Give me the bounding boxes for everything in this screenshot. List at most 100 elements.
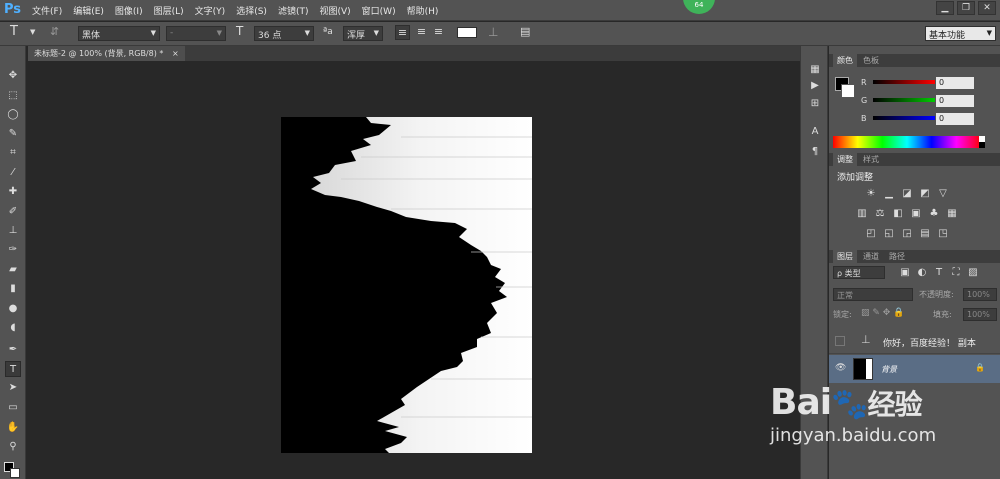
gradient-tool-icon[interactable]: ▮ — [5, 281, 21, 297]
hand-tool-icon[interactable]: ✋ — [5, 420, 21, 436]
brightness-icon[interactable]: ☀ — [865, 188, 877, 200]
channel-b-value[interactable]: 0 — [936, 113, 974, 125]
opacity-field[interactable]: 100% — [963, 288, 997, 301]
layer-visibility-box[interactable] — [835, 336, 845, 346]
minimize-button[interactable]: ▁ — [936, 1, 954, 15]
gradient-map-icon[interactable]: ▤ — [919, 228, 931, 240]
paragraph-icon[interactable]: ¶ — [808, 146, 822, 160]
notification-badge[interactable]: 64 — [683, 0, 715, 14]
hue-saturation-icon[interactable]: ▥ — [856, 208, 868, 220]
marquee-tool-icon[interactable]: ⬚ — [5, 88, 21, 104]
black-white-icon[interactable]: ◧ — [892, 208, 904, 220]
eyedropper-tool-icon[interactable]: ⁄ — [5, 165, 21, 181]
lasso-tool-icon[interactable]: ◯ — [5, 107, 21, 123]
type-tool-preset-icon[interactable]: T — [10, 24, 18, 39]
quick-select-tool-icon[interactable]: ✎ — [5, 126, 21, 142]
filter-type-icon[interactable]: T — [933, 267, 945, 279]
actions-icon[interactable]: ▶ — [808, 80, 822, 94]
curves-icon[interactable]: ◪ — [901, 188, 913, 200]
layer-row-selected[interactable]: 👁 背景 🔒 — [829, 355, 1000, 383]
move-tool-icon[interactable]: ✥ — [5, 68, 21, 84]
background-swatch[interactable] — [841, 84, 855, 98]
selective-color-icon[interactable]: ◳ — [937, 228, 949, 240]
brush-tool-icon[interactable]: ✐ — [5, 204, 21, 220]
filter-pixel-icon[interactable]: ▣ — [899, 267, 911, 279]
history-icon[interactable]: ▦ — [808, 64, 822, 78]
warp-text-icon[interactable]: ⊥ — [488, 25, 498, 40]
channel-b-slider[interactable] — [873, 116, 935, 120]
font-size-select[interactable]: 36 点 ▼ — [254, 26, 314, 41]
document-tab[interactable]: 未标题-2 @ 100% (背景, RGB/8) * × — [28, 46, 185, 61]
channel-r-slider[interactable] — [873, 80, 935, 84]
shape-tool-icon[interactable]: ▭ — [5, 400, 21, 416]
channel-mixer-icon[interactable]: ♣ — [928, 208, 940, 220]
zoom-tool-icon[interactable]: ⚲ — [5, 439, 21, 455]
posterize-icon[interactable]: ◱ — [883, 228, 895, 240]
vibrance-icon[interactable]: ▽ — [937, 188, 949, 200]
blur-tool-icon[interactable]: ● — [5, 301, 21, 317]
tab-layers[interactable]: 图层 — [833, 250, 857, 263]
path-select-tool-icon[interactable]: ➤ — [5, 380, 21, 396]
exposure-icon[interactable]: ◩ — [919, 188, 931, 200]
align-left-icon[interactable]: ≡ — [395, 25, 410, 40]
menu-window[interactable]: 窗口(W) — [362, 4, 396, 17]
chevron-down-icon[interactable]: ▼ — [30, 28, 35, 43]
dodge-tool-icon[interactable]: ◖ — [5, 320, 21, 336]
filter-shape-icon[interactable]: ⛶ — [950, 267, 962, 279]
tab-color[interactable]: 颜色 — [833, 54, 857, 67]
tab-swatches[interactable]: 色板 — [859, 54, 883, 67]
layer-filter-select[interactable]: ρ 类型 — [833, 266, 885, 279]
tab-close-icon[interactable]: × — [172, 49, 179, 58]
tab-paths[interactable]: 路径 — [885, 250, 909, 263]
levels-icon[interactable]: ▁ — [883, 188, 895, 200]
eraser-tool-icon[interactable]: ▰ — [5, 262, 21, 278]
background-color-swatch[interactable] — [10, 468, 20, 478]
tab-adjustments[interactable]: 调整 — [833, 153, 857, 166]
maximize-button[interactable]: ❐ — [957, 1, 975, 15]
channel-g-slider[interactable] — [873, 98, 935, 102]
menu-edit[interactable]: 编辑(E) — [73, 4, 104, 17]
menu-file[interactable]: 文件(F) — [32, 4, 62, 17]
color-lookup-icon[interactable]: ▦ — [946, 208, 958, 220]
text-orientation-icon[interactable]: ⇵ — [50, 25, 59, 40]
character-icon[interactable]: A — [808, 126, 822, 140]
blend-mode-select[interactable]: 正常 — [833, 288, 913, 301]
menu-view[interactable]: 视图(V) — [319, 4, 350, 17]
photo-filter-icon[interactable]: ▣ — [910, 208, 922, 220]
close-button[interactable]: ✕ — [978, 1, 996, 15]
healing-brush-tool-icon[interactable]: ✚ — [5, 184, 21, 200]
menu-layer[interactable]: 图层(L) — [154, 4, 184, 17]
lock-icons[interactable]: ▨ ✎ ✥ 🔒 — [861, 308, 904, 318]
filter-smart-icon[interactable]: ▨ — [967, 267, 979, 279]
font-family-select[interactable]: 黑体 ▼ — [78, 26, 160, 41]
channel-g-value[interactable]: 0 — [936, 95, 974, 107]
color-balance-icon[interactable]: ⚖ — [874, 208, 886, 220]
info-icon[interactable]: ⊞ — [808, 98, 822, 112]
channel-r-value[interactable]: 0 — [936, 77, 974, 89]
history-brush-tool-icon[interactable]: ✑ — [5, 242, 21, 258]
fill-field[interactable]: 100% — [963, 308, 997, 321]
character-panel-icon[interactable]: ▤ — [520, 25, 530, 40]
antialias-select[interactable]: 浑厚 ▼ — [343, 26, 383, 41]
menu-select[interactable]: 选择(S) — [236, 4, 267, 17]
type-tool-icon[interactable]: T — [5, 361, 21, 377]
menu-help[interactable]: 帮助(H) — [407, 4, 439, 17]
layer-name[interactable]: 背景 — [881, 364, 897, 375]
menu-filter[interactable]: 滤镜(T) — [278, 4, 309, 17]
color-spectrum[interactable] — [833, 136, 981, 148]
tab-styles[interactable]: 样式 — [859, 153, 883, 166]
threshold-icon[interactable]: ◲ — [901, 228, 913, 240]
align-right-icon[interactable]: ≡ — [431, 25, 446, 40]
pen-tool-icon[interactable]: ✒ — [5, 342, 21, 358]
workspace-select[interactable]: 基本功能 ▼ — [925, 26, 996, 41]
clone-stamp-tool-icon[interactable]: ⊥ — [5, 223, 21, 239]
crop-tool-icon[interactable]: ⌗ — [5, 145, 21, 161]
menu-image[interactable]: 图像(I) — [115, 4, 143, 17]
layer-row[interactable]: ⊥ 你好，百度经验！ 副本 — [829, 328, 1000, 354]
spectrum-black[interactable] — [979, 142, 985, 148]
text-color-swatch[interactable] — [457, 27, 477, 38]
document-canvas[interactable] — [281, 117, 532, 453]
filter-adjust-icon[interactable]: ◐ — [916, 267, 928, 279]
layer-name[interactable]: 你好，百度经验！ 副本 — [883, 336, 976, 349]
menu-type[interactable]: 文字(Y) — [195, 4, 226, 17]
